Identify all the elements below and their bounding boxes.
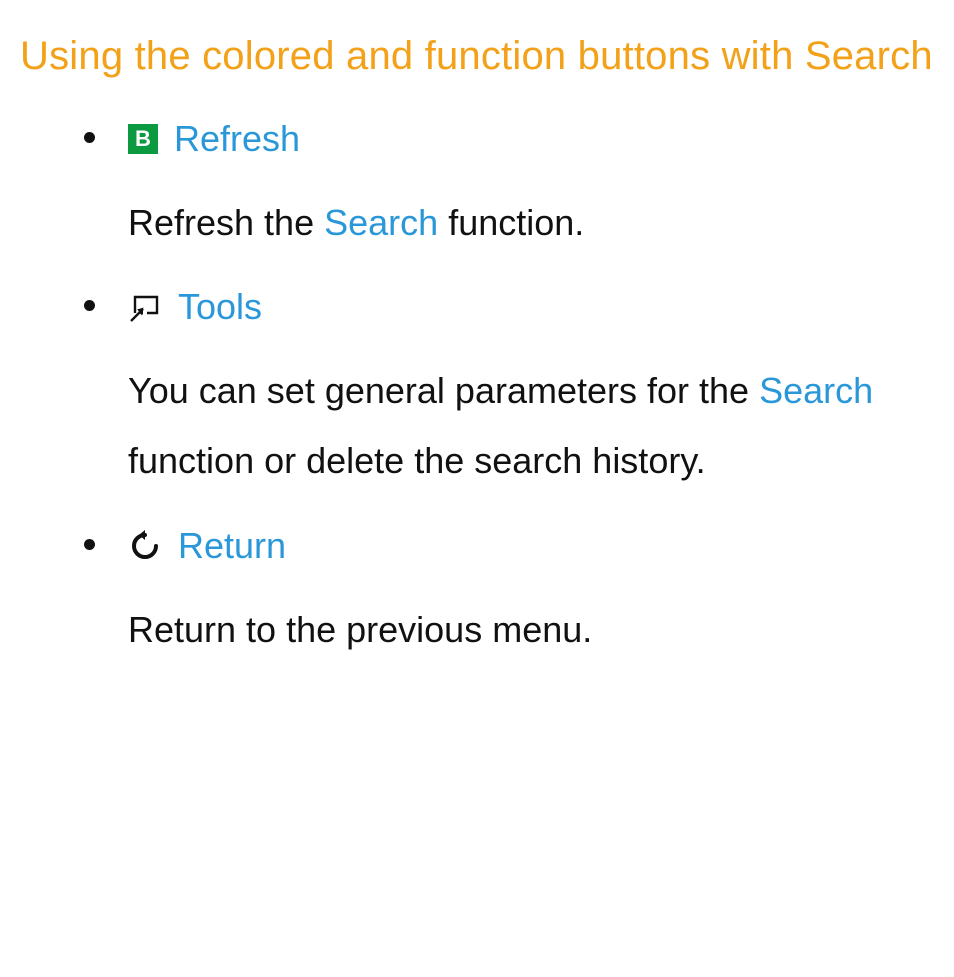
item-title: Refresh xyxy=(174,118,300,160)
button-list: B Refresh Refresh the Search function. xyxy=(20,118,934,665)
item-title: Tools xyxy=(178,286,262,328)
desc-text: function or delete the search history. xyxy=(128,440,706,481)
item-header: B Refresh xyxy=(128,118,934,160)
desc-text: function. xyxy=(438,202,584,243)
document-page: Using the colored and function buttons w… xyxy=(0,0,954,977)
keyword-search: Search xyxy=(759,370,873,411)
return-icon xyxy=(128,529,162,563)
tools-icon xyxy=(128,290,162,324)
list-item: Return Return to the previous menu. xyxy=(84,525,934,665)
desc-text: Refresh the xyxy=(128,202,324,243)
keyword-search: Search xyxy=(324,202,438,243)
item-description: Refresh the Search function. xyxy=(128,188,934,258)
desc-text: You can set general parameters for the xyxy=(128,370,759,411)
item-header: Return xyxy=(128,525,934,567)
list-item: B Refresh Refresh the Search function. xyxy=(84,118,934,258)
item-title: Return xyxy=(178,525,286,567)
b-button-icon: B xyxy=(128,124,158,154)
item-description: Return to the previous menu. xyxy=(128,595,934,665)
item-header: Tools xyxy=(128,286,934,328)
section-heading: Using the colored and function buttons w… xyxy=(20,24,934,88)
list-item: Tools You can set general parameters for… xyxy=(84,286,934,496)
desc-text: Return to the previous menu. xyxy=(128,609,592,650)
item-description: You can set general parameters for the S… xyxy=(128,356,934,496)
